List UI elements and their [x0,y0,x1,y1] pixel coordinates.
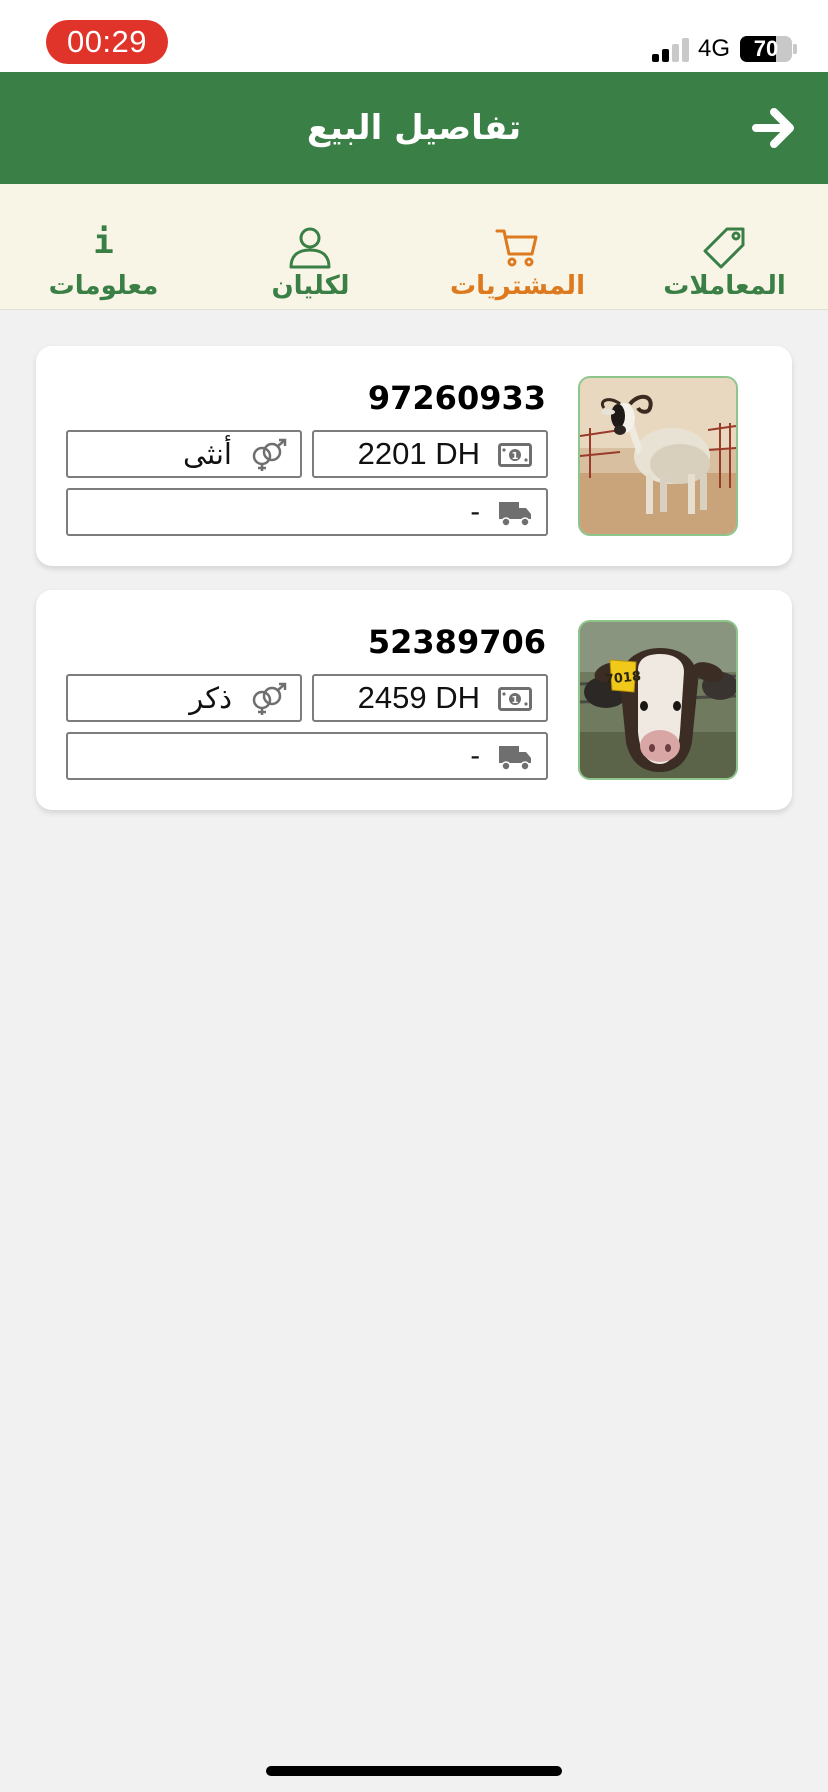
tab-info[interactable]: i معلومات [0,184,207,310]
price-value: 2459 DH [357,680,480,715]
price-value: 2201 DH [357,436,480,471]
sheep-photo [578,376,738,536]
battery-percent: 70 [753,36,779,61]
arrow-right-icon [752,108,794,148]
signal-bar-4 [682,38,689,62]
listing-card[interactable]: 7018 52389706 1 2459 DH ذكر - [36,590,792,810]
delivery-value: - [470,496,480,528]
truck-icon [499,502,531,527]
info-icon: i [93,222,114,262]
gender-icon [252,682,287,715]
svg-text:1: 1 [512,695,519,706]
page-title: تفاصيل البيع [306,108,522,148]
gender-value: ذكر [189,681,232,715]
cart-icon [495,229,538,267]
user-icon [289,227,331,269]
delivery-field: - [66,732,548,780]
calf-photo: 7018 [578,620,738,780]
tab-label: المشتريات [449,271,585,301]
tag-icon [703,227,745,269]
status-time: 00:29 [46,20,168,64]
truck-icon [499,746,531,771]
signal-bar-3 [672,44,679,62]
tab-transactions[interactable]: المعاملات [621,184,828,310]
tab-purchases[interactable]: المشتريات [414,184,621,310]
app-header: تفاصيل البيع [0,72,828,184]
signal-bar-2 [662,49,669,62]
tab-bar: المعاملات المشتريات لكليان i معلومات [0,184,828,310]
delivery-value: - [470,740,480,772]
status-bar: 00:29 4G 70 [0,0,828,72]
home-indicator[interactable] [266,1766,562,1776]
gender-field: أنثى [66,430,302,478]
price-field: 1 2201 DH [312,430,548,478]
money-icon: 1 [498,687,532,711]
network-type: 4G [698,35,731,62]
price-field: 1 2459 DH [312,674,548,722]
gender-value: أنثى [182,437,232,471]
svg-text:1: 1 [512,451,519,462]
battery-tip [793,44,797,54]
listing-card[interactable]: 97260933 1 2201 DH أنثى - [36,346,792,566]
gender-field: ذكر [66,674,302,722]
tab-label: لكليان [271,271,350,301]
tab-label: معلومات [48,271,159,301]
delivery-field: - [66,488,548,536]
signal-strength-icon [652,38,690,62]
money-icon: 1 [498,443,532,467]
tab-clients[interactable]: لكليان [207,184,414,310]
battery-icon: 70 [740,36,792,62]
tab-label: المعاملات [663,271,786,301]
signal-bar-1 [652,54,659,62]
gender-icon [252,438,287,471]
back-button[interactable] [750,104,800,152]
listing-id: 52389706 [367,623,546,661]
listing-id: 97260933 [367,379,546,417]
